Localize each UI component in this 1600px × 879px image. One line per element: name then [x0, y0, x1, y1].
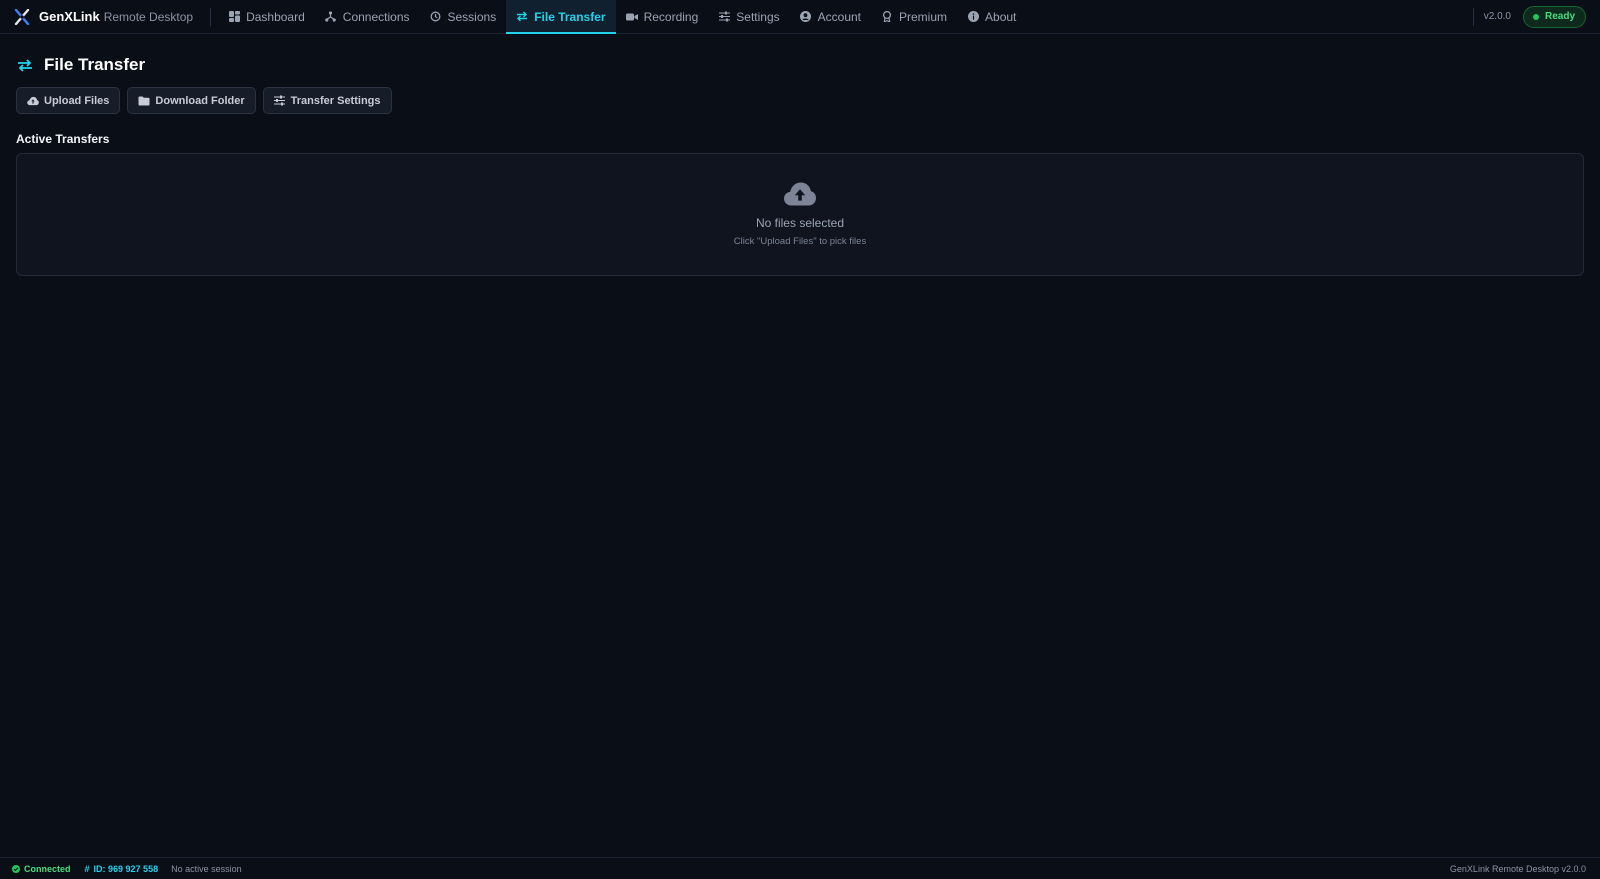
nav-label: Recording — [643, 9, 699, 24]
nav-label: Connections — [342, 9, 410, 24]
nav-label: Premium — [899, 9, 948, 24]
nav-label: Dashboard — [246, 9, 305, 24]
empty-state-title: No files selected — [755, 216, 845, 230]
transfer-settings-button[interactable]: Transfer Settings — [262, 87, 392, 114]
info-circle-icon — [967, 11, 979, 23]
app-name: GenXLink — [39, 9, 100, 24]
folder-icon — [138, 95, 150, 107]
session-status: No active session — [171, 863, 242, 874]
active-transfers-heading: Active Transfers — [16, 132, 110, 146]
page-title: File Transfer — [44, 55, 146, 74]
divider — [1472, 7, 1474, 26]
nav-item-about[interactable]: About — [957, 0, 1026, 33]
device-id: # ID: 969 927 558 — [85, 864, 159, 874]
transfer-arrows-icon — [17, 56, 35, 74]
nav-label: Sessions — [447, 9, 497, 24]
device-id-text: ID: 969 927 558 — [93, 863, 159, 874]
video-camera-icon — [625, 11, 638, 23]
app-subtitle: Remote Desktop — [103, 9, 194, 24]
cloud-upload-icon — [783, 181, 817, 207]
nav-label: Account — [817, 9, 861, 24]
action-toolbar: Upload Files Download Folder Transfer Se… — [16, 87, 1584, 114]
genxlink-logo-icon — [14, 8, 30, 25]
brand: GenXLink Remote Desktop — [0, 0, 218, 33]
button-label: Download Folder — [155, 94, 245, 107]
empty-state-hint: Click "Upload Files" to pick files — [733, 236, 867, 247]
sliders-icon — [718, 11, 730, 23]
button-label: Transfer Settings — [290, 94, 381, 107]
cloud-upload-icon — [27, 95, 39, 107]
main-nav: Dashboard Connections Sessions File Tran… — [218, 0, 1026, 34]
nav-item-settings[interactable]: Settings — [708, 0, 789, 33]
sliders-icon — [274, 95, 286, 107]
dashboard-icon — [228, 11, 240, 23]
main-content: File Transfer Upload Files Download Fold… — [16, 34, 1584, 276]
user-circle-icon — [800, 11, 812, 23]
topbar-right: v2.0.0 Ready — [1472, 0, 1600, 33]
top-navigation-bar: GenXLink Remote Desktop Dashboard Connec… — [0, 0, 1600, 34]
hash-icon: # — [84, 863, 90, 874]
status-text: Ready — [1544, 11, 1575, 22]
nav-item-sessions[interactable]: Sessions — [420, 0, 507, 33]
upload-files-button[interactable]: Upload Files — [16, 87, 121, 114]
transfer-arrows-icon — [516, 11, 528, 23]
nav-item-dashboard[interactable]: Dashboard — [218, 0, 315, 33]
network-icon — [325, 11, 337, 23]
nav-label: File Transfer — [534, 9, 606, 24]
version-label: v2.0.0 — [1483, 11, 1511, 22]
nav-label: Settings — [736, 9, 780, 24]
page-header: File Transfer — [16, 53, 1584, 77]
active-transfers-panel: No files selected Click "Upload Files" t… — [16, 153, 1584, 276]
status-badge: Ready — [1522, 5, 1586, 28]
download-folder-button[interactable]: Download Folder — [127, 87, 256, 114]
check-circle-icon — [12, 864, 20, 873]
award-icon — [881, 11, 893, 23]
nav-item-connections[interactable]: Connections — [315, 0, 420, 33]
nav-item-premium[interactable]: Premium — [871, 0, 957, 33]
nav-label: About — [985, 9, 1017, 24]
nav-item-account[interactable]: Account — [790, 0, 871, 33]
history-icon — [430, 11, 442, 23]
connection-status-text: Connected — [24, 863, 71, 874]
divider — [210, 7, 212, 26]
button-label: Upload Files — [44, 94, 110, 107]
connection-status: Connected — [12, 864, 71, 874]
nav-item-file-transfer[interactable]: File Transfer — [506, 0, 616, 34]
status-dot-icon — [1532, 13, 1539, 20]
status-bar: Connected # ID: 969 927 558 No active se… — [0, 857, 1600, 879]
nav-item-recording[interactable]: Recording — [616, 0, 709, 33]
footer-version: GenXLink Remote Desktop v2.0.0 — [1449, 863, 1586, 874]
